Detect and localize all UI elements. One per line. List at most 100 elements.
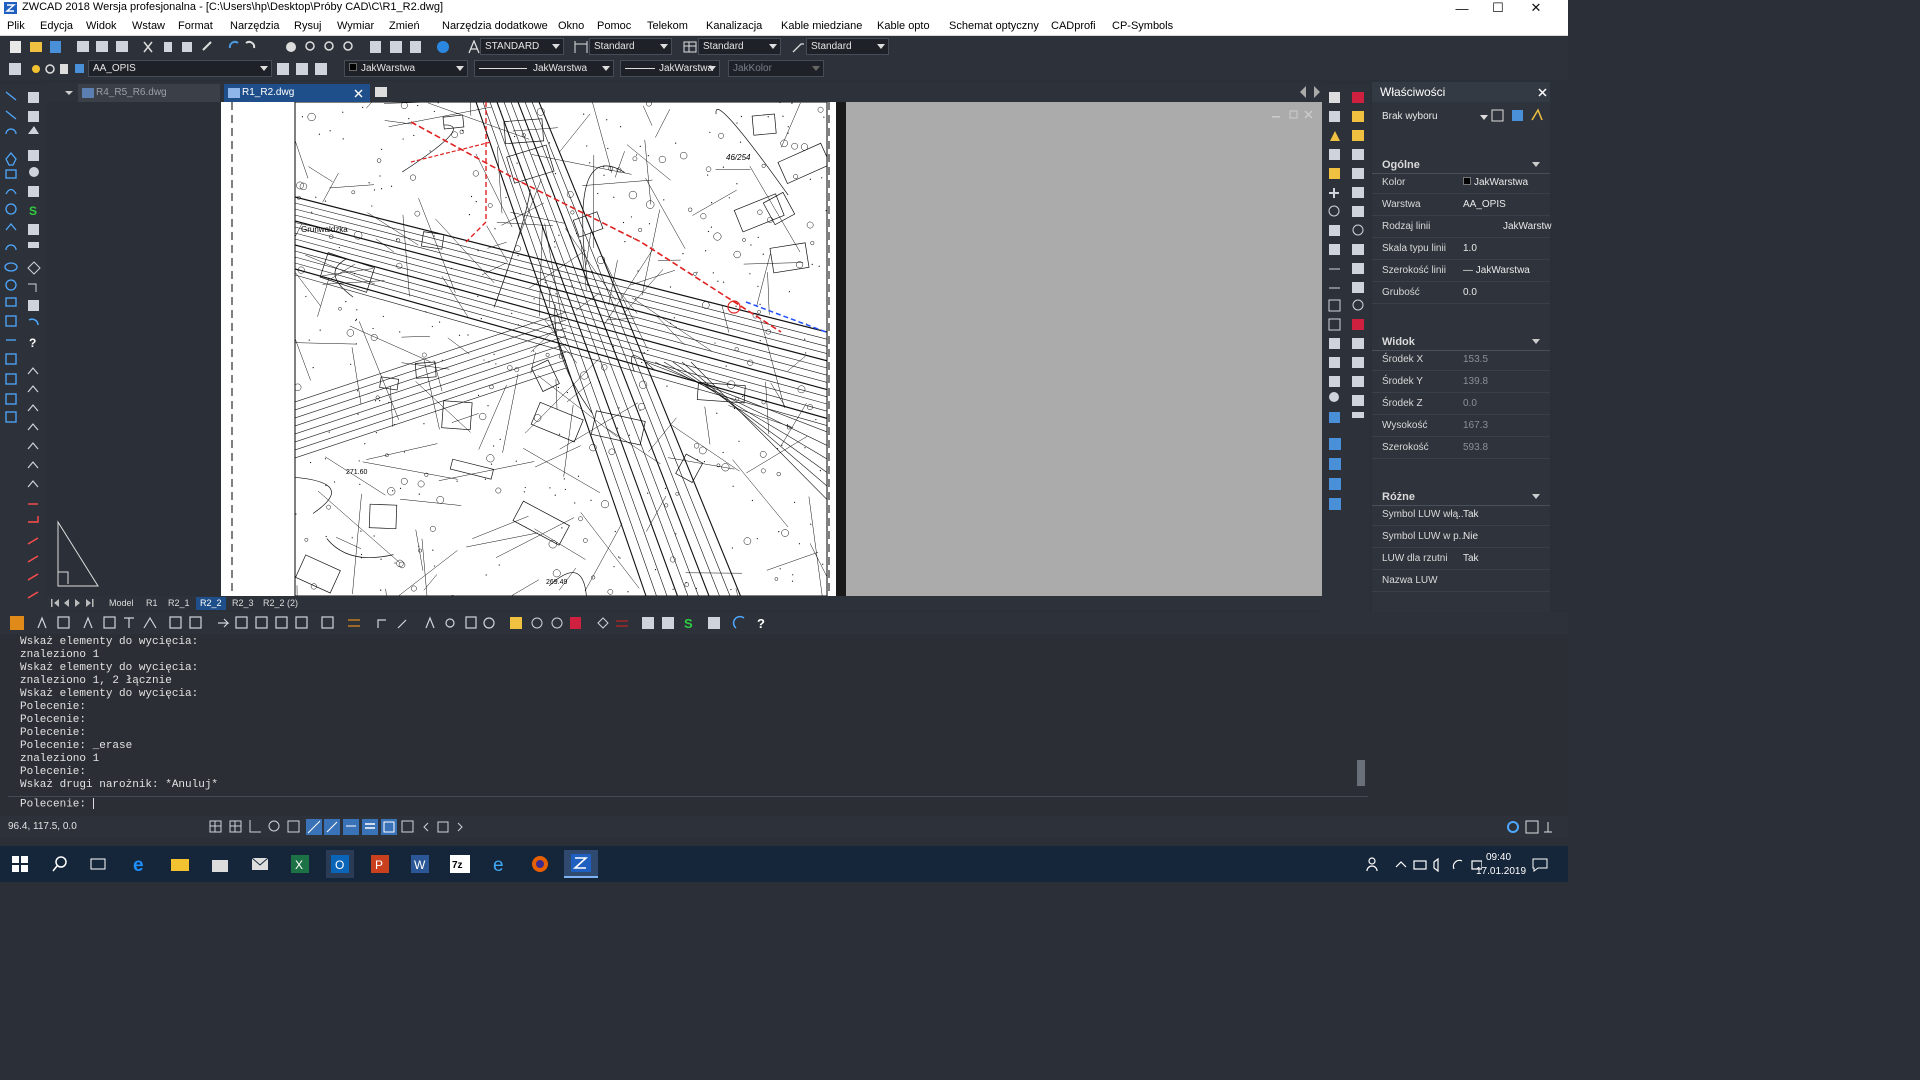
layout-tab-r2-2[interactable]: R2_2: [196, 597, 226, 610]
menu-item-rysuj[interactable]: Rysuj: [294, 20, 322, 32]
menu-item-format[interactable]: Format: [178, 20, 213, 32]
dim-style-select[interactable]: Standard: [589, 38, 672, 55]
menu-item-narzedzia[interactable]: Narzędzia: [230, 20, 280, 32]
standard-toolbar-icons[interactable]: [0, 36, 460, 58]
maximize-button[interactable]: ☐: [1480, 0, 1516, 16]
layout-tab-r2-2-copy[interactable]: R2_2 (2): [263, 597, 298, 610]
taskbar-edge[interactable]: e: [126, 850, 154, 878]
prop-row-luw-dla-rzutni[interactable]: LUW dla rzutni Tak: [1372, 548, 1550, 570]
menu-item-schemat-optyczny[interactable]: Schemat optyczny: [949, 20, 1039, 32]
menu-item-zmien[interactable]: Zmień: [389, 20, 420, 32]
status-tools-icons[interactable]: [1504, 818, 1560, 836]
color-select[interactable]: JakWarstwa: [344, 60, 468, 77]
window-title: ZWCAD 2018 Wersja profesjonalna - [C:\Us…: [22, 1, 444, 13]
prop-row-szerokosc-linii[interactable]: Szerokość linii — JakWarstwa: [1372, 260, 1550, 282]
task-view-button[interactable]: [84, 850, 112, 878]
taskbar-store[interactable]: [206, 850, 234, 878]
table-style-select[interactable]: Standard: [698, 38, 781, 55]
prop-row-symbol-luw-w-poczatku[interactable]: Symbol LUW w p... Nie: [1372, 526, 1550, 548]
mleader-style-icon: [792, 43, 804, 53]
taskbar-mail[interactable]: [246, 850, 274, 878]
taskbar-excel[interactable]: X: [286, 850, 314, 878]
menu-item-okno[interactable]: Okno: [558, 20, 584, 32]
menu-item-cp-symbols[interactable]: CP-Symbols: [1112, 20, 1173, 32]
store-icon: [212, 860, 228, 872]
draw-tools-icons[interactable]: S ?: [0, 84, 46, 612]
prop-row-srodek-z: Środek Z 0.0: [1372, 393, 1550, 415]
prop-row-srodek-y: Środek Y 139.8: [1372, 371, 1550, 393]
layout-nav-arrows-icon[interactable]: [50, 596, 100, 610]
drawing-canvas[interactable]: Grunwaldzka 46/254 271.60 269.49: [46, 101, 1322, 597]
layer-select[interactable]: AA_OPIS: [88, 60, 272, 77]
menu-item-narzedzia-dodatkowe[interactable]: Narzędzia dodatkowe: [442, 20, 548, 32]
doc-tab-r1-r2[interactable]: R1_R2.dwg: [224, 84, 370, 102]
clock-date[interactable]: 17.01.2019: [1476, 866, 1526, 877]
taskbar-firefox[interactable]: [526, 850, 554, 878]
bottom-toolbar-icons[interactable]: S ?: [0, 612, 780, 634]
prop-row-grubosc[interactable]: Grubość 0.0: [1372, 282, 1550, 304]
command-input[interactable]: Polecenie:: [20, 798, 94, 810]
menu-item-wstaw[interactable]: Wstaw: [132, 20, 165, 32]
prop-row-rodzaj-linii[interactable]: Rodzaj linii JakWarstw: [1372, 216, 1552, 238]
selection-tools-icons[interactable]: [1490, 108, 1546, 124]
taskbar-ie[interactable]: e: [486, 850, 514, 878]
lineweight-select[interactable]: JakWarstwa: [620, 60, 720, 77]
tab-list-chevron-icon[interactable]: [64, 88, 74, 98]
layout-tab-model[interactable]: Model: [109, 597, 134, 610]
title-bar: ZWCAD 2018 Wersja profesjonalna - [C:\Us…: [0, 0, 1568, 16]
menu-item-cadprofi[interactable]: CADprofi: [1051, 20, 1096, 32]
bottom-toolbar[interactable]: S ?: [0, 612, 1568, 634]
menu-item-kable-miedziane[interactable]: Kable miedziane: [781, 20, 862, 32]
menu-item-edycja[interactable]: Edycja: [40, 20, 73, 32]
taskbar-7zip[interactable]: 7z: [446, 850, 474, 878]
system-tray-icons[interactable]: [1362, 855, 1482, 875]
layer-tools-icons[interactable]: [0, 58, 90, 80]
taskbar-word[interactable]: W: [406, 850, 434, 878]
tab-scroll-arrows-icon[interactable]: [1298, 85, 1322, 99]
menu-item-wymiar[interactable]: Wymiar: [337, 20, 374, 32]
plotstyle-select[interactable]: JakKolor: [728, 60, 824, 77]
prop-row-nazwa-luw[interactable]: Nazwa LUW: [1372, 570, 1550, 592]
minimize-button[interactable]: —: [1444, 0, 1480, 16]
layout-tab-bar: Model R1 R2_1 R2_2 R2_3 R2_2 (2): [46, 596, 1322, 610]
start-button[interactable]: [6, 850, 34, 878]
layout-tab-r2-1[interactable]: R2_1: [168, 597, 190, 610]
right-toolbars[interactable]: [1322, 84, 1370, 612]
svg-text:e: e: [493, 855, 504, 874]
doc-tab-r4-r5-r6[interactable]: R4_R5_R6.dwg: [78, 84, 220, 102]
command-scrollbar[interactable]: [1356, 640, 1366, 796]
close-panel-icon[interactable]: [1538, 88, 1547, 97]
paper-space-view[interactable]: Grunwaldzka 46/254 271.60 269.49: [46, 101, 1322, 597]
selection-dropdown[interactable]: Brak wyboru: [1376, 108, 1490, 126]
taskbar-powerpoint[interactable]: P: [366, 850, 394, 878]
new-tab-icon[interactable]: [374, 86, 388, 98]
close-button[interactable]: ✕: [1518, 0, 1554, 16]
mleader-style-select[interactable]: Standard: [806, 38, 889, 55]
draw-modify-toolbar[interactable]: S ?: [0, 84, 46, 612]
search-button[interactable]: [46, 850, 74, 878]
menu-item-kanalizacja[interactable]: Kanalizacja: [706, 20, 762, 32]
layout-tab-r1[interactable]: R1: [146, 597, 158, 610]
menu-item-kable-opto[interactable]: Kable opto: [877, 20, 930, 32]
linetype-select[interactable]: JakWarstwa: [474, 60, 614, 77]
taskbar-outlook[interactable]: O: [326, 850, 354, 878]
prop-row-skala-typu-linii[interactable]: Skala typu linii 1.0: [1372, 238, 1550, 260]
notification-center-icon[interactable]: [1532, 858, 1548, 872]
menu-item-pomoc[interactable]: Pomoc: [597, 20, 631, 32]
layer-state-icons[interactable]: [274, 58, 334, 80]
menu-item-telekom[interactable]: Telekom: [647, 20, 688, 32]
close-tab-icon[interactable]: [354, 89, 363, 98]
command-line[interactable]: Wskaż elementy do wycięcia: znaleziono 1W…: [0, 634, 1568, 816]
drafting-settings-toggles[interactable]: [206, 816, 466, 838]
menu-item-plik[interactable]: Plik: [7, 20, 25, 32]
text-style-select[interactable]: STANDARD: [480, 38, 564, 55]
taskbar-zwcad[interactable]: [564, 850, 598, 878]
prop-row-kolor[interactable]: Kolor JakWarstwa: [1372, 172, 1550, 194]
layout-tab-r2-3[interactable]: R2_3: [232, 597, 254, 610]
right-toolbar-icons[interactable]: [1322, 84, 1370, 612]
clock-time[interactable]: 09:40: [1486, 852, 1511, 863]
prop-row-symbol-luw-wlaczony[interactable]: Symbol LUW włą... Tak: [1372, 504, 1550, 526]
menu-item-widok[interactable]: Widok: [86, 20, 117, 32]
taskbar-file-explorer[interactable]: [166, 850, 194, 878]
prop-row-warstwa[interactable]: Warstwa AA_OPIS: [1372, 194, 1550, 216]
